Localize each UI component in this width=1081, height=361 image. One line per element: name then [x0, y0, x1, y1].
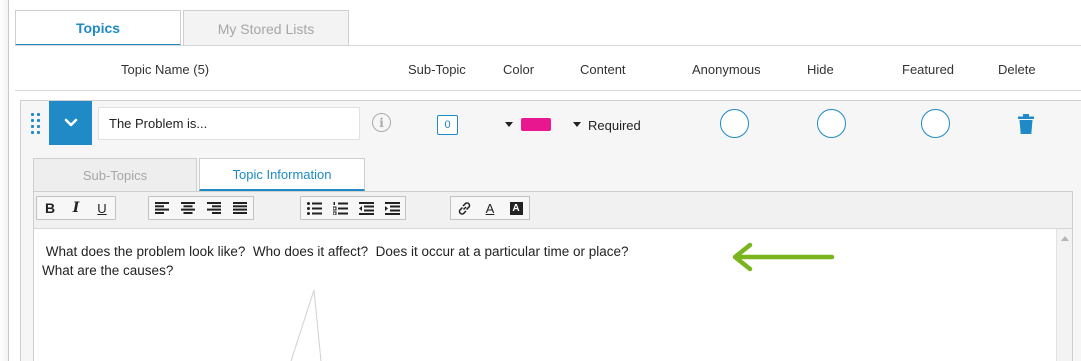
editor-content[interactable]: What does the problem look like? Who doe…: [42, 242, 1022, 280]
featured-toggle[interactable]: [921, 109, 950, 138]
header-delete: Delete: [998, 62, 1036, 77]
editor-toolbar: B I U A A: [34, 192, 1072, 229]
callout-pointer: [290, 289, 322, 361]
numbered-list-icon: [332, 201, 348, 215]
align-group: [148, 196, 254, 220]
topic-name-input[interactable]: [98, 107, 360, 140]
outdent-button[interactable]: [353, 197, 379, 219]
page-margin: [0, 0, 8, 361]
top-tabs: Topics My Stored Lists: [15, 10, 351, 46]
topics-panel: Topics My Stored Lists Topic Name (5) Su…: [8, 0, 1081, 361]
color-dropdown-caret-icon[interactable]: [505, 122, 513, 127]
background-color-icon: A: [509, 201, 523, 215]
scroll-up-icon[interactable]: [1061, 236, 1069, 241]
expand-button[interactable]: [49, 101, 92, 145]
format-group: B I U: [36, 196, 116, 220]
insert-group: A A: [450, 196, 530, 220]
editor-line: What does the problem look like? Who doe…: [42, 244, 629, 259]
align-left-button[interactable]: [149, 197, 175, 219]
header-content: Content: [580, 62, 626, 77]
trash-icon: [1018, 114, 1034, 134]
header-color: Color: [503, 62, 535, 77]
tab-topic-information[interactable]: Topic Information: [199, 158, 365, 191]
header-topic-name: Topic Name (5): [121, 62, 210, 77]
bullet-list-button[interactable]: [301, 197, 327, 219]
inner-tabs: Sub-Topics Topic Information: [33, 158, 365, 191]
anonymous-toggle[interactable]: [720, 109, 749, 138]
align-justify-button[interactable]: [227, 197, 253, 219]
annotation-arrow-icon: [732, 242, 835, 272]
list-group: [300, 196, 406, 220]
topic-row: i 0 Required Sub-Topics Topic Informatio…: [20, 100, 1081, 361]
topic-color-swatch[interactable]: [521, 118, 551, 131]
header-featured: Featured: [902, 62, 955, 77]
align-justify-icon: [233, 202, 247, 214]
content-dropdown-caret-icon[interactable]: [573, 122, 581, 127]
bullet-list-icon: [306, 201, 322, 215]
background-color-button[interactable]: A: [503, 197, 529, 219]
header-sub-topic: Sub-Topic: [408, 62, 466, 77]
delete-button[interactable]: [1018, 114, 1034, 139]
outdent-icon: [358, 201, 374, 215]
hide-toggle[interactable]: [817, 109, 846, 138]
numbered-list-button[interactable]: [327, 197, 353, 219]
underline-button[interactable]: U: [89, 197, 115, 219]
link-button[interactable]: [451, 197, 477, 219]
bold-button[interactable]: B: [37, 197, 63, 219]
tab-sub-topics[interactable]: Sub-Topics: [33, 158, 197, 191]
drag-handle-icon[interactable]: [31, 113, 43, 135]
header-hide: Hide: [807, 62, 834, 77]
editor-line: What are the causes?: [42, 263, 174, 278]
indent-icon: [384, 201, 400, 215]
info-icon[interactable]: i: [372, 113, 391, 132]
tab-my-stored-lists[interactable]: My Stored Lists: [183, 10, 349, 46]
align-right-button[interactable]: [201, 197, 227, 219]
rich-text-editor: B I U A A What does the problem look lik…: [33, 191, 1073, 361]
align-right-icon: [207, 202, 221, 214]
align-left-icon: [155, 202, 169, 214]
chevron-down-icon: [64, 118, 77, 127]
tab-topics[interactable]: Topics: [15, 10, 181, 46]
font-color-button[interactable]: A: [477, 197, 503, 219]
content-select[interactable]: Required: [588, 118, 641, 133]
header-anonymous: Anonymous: [692, 62, 761, 77]
indent-button[interactable]: [379, 197, 405, 219]
table-header: Topic Name (5) Sub-Topic Color Content A…: [15, 46, 1081, 91]
align-center-icon: [181, 202, 195, 214]
link-icon: [458, 201, 470, 215]
sub-topic-count[interactable]: 0: [437, 115, 458, 135]
editor-scrollbar[interactable]: [1056, 229, 1072, 361]
align-center-button[interactable]: [175, 197, 201, 219]
italic-button[interactable]: I: [63, 197, 89, 219]
